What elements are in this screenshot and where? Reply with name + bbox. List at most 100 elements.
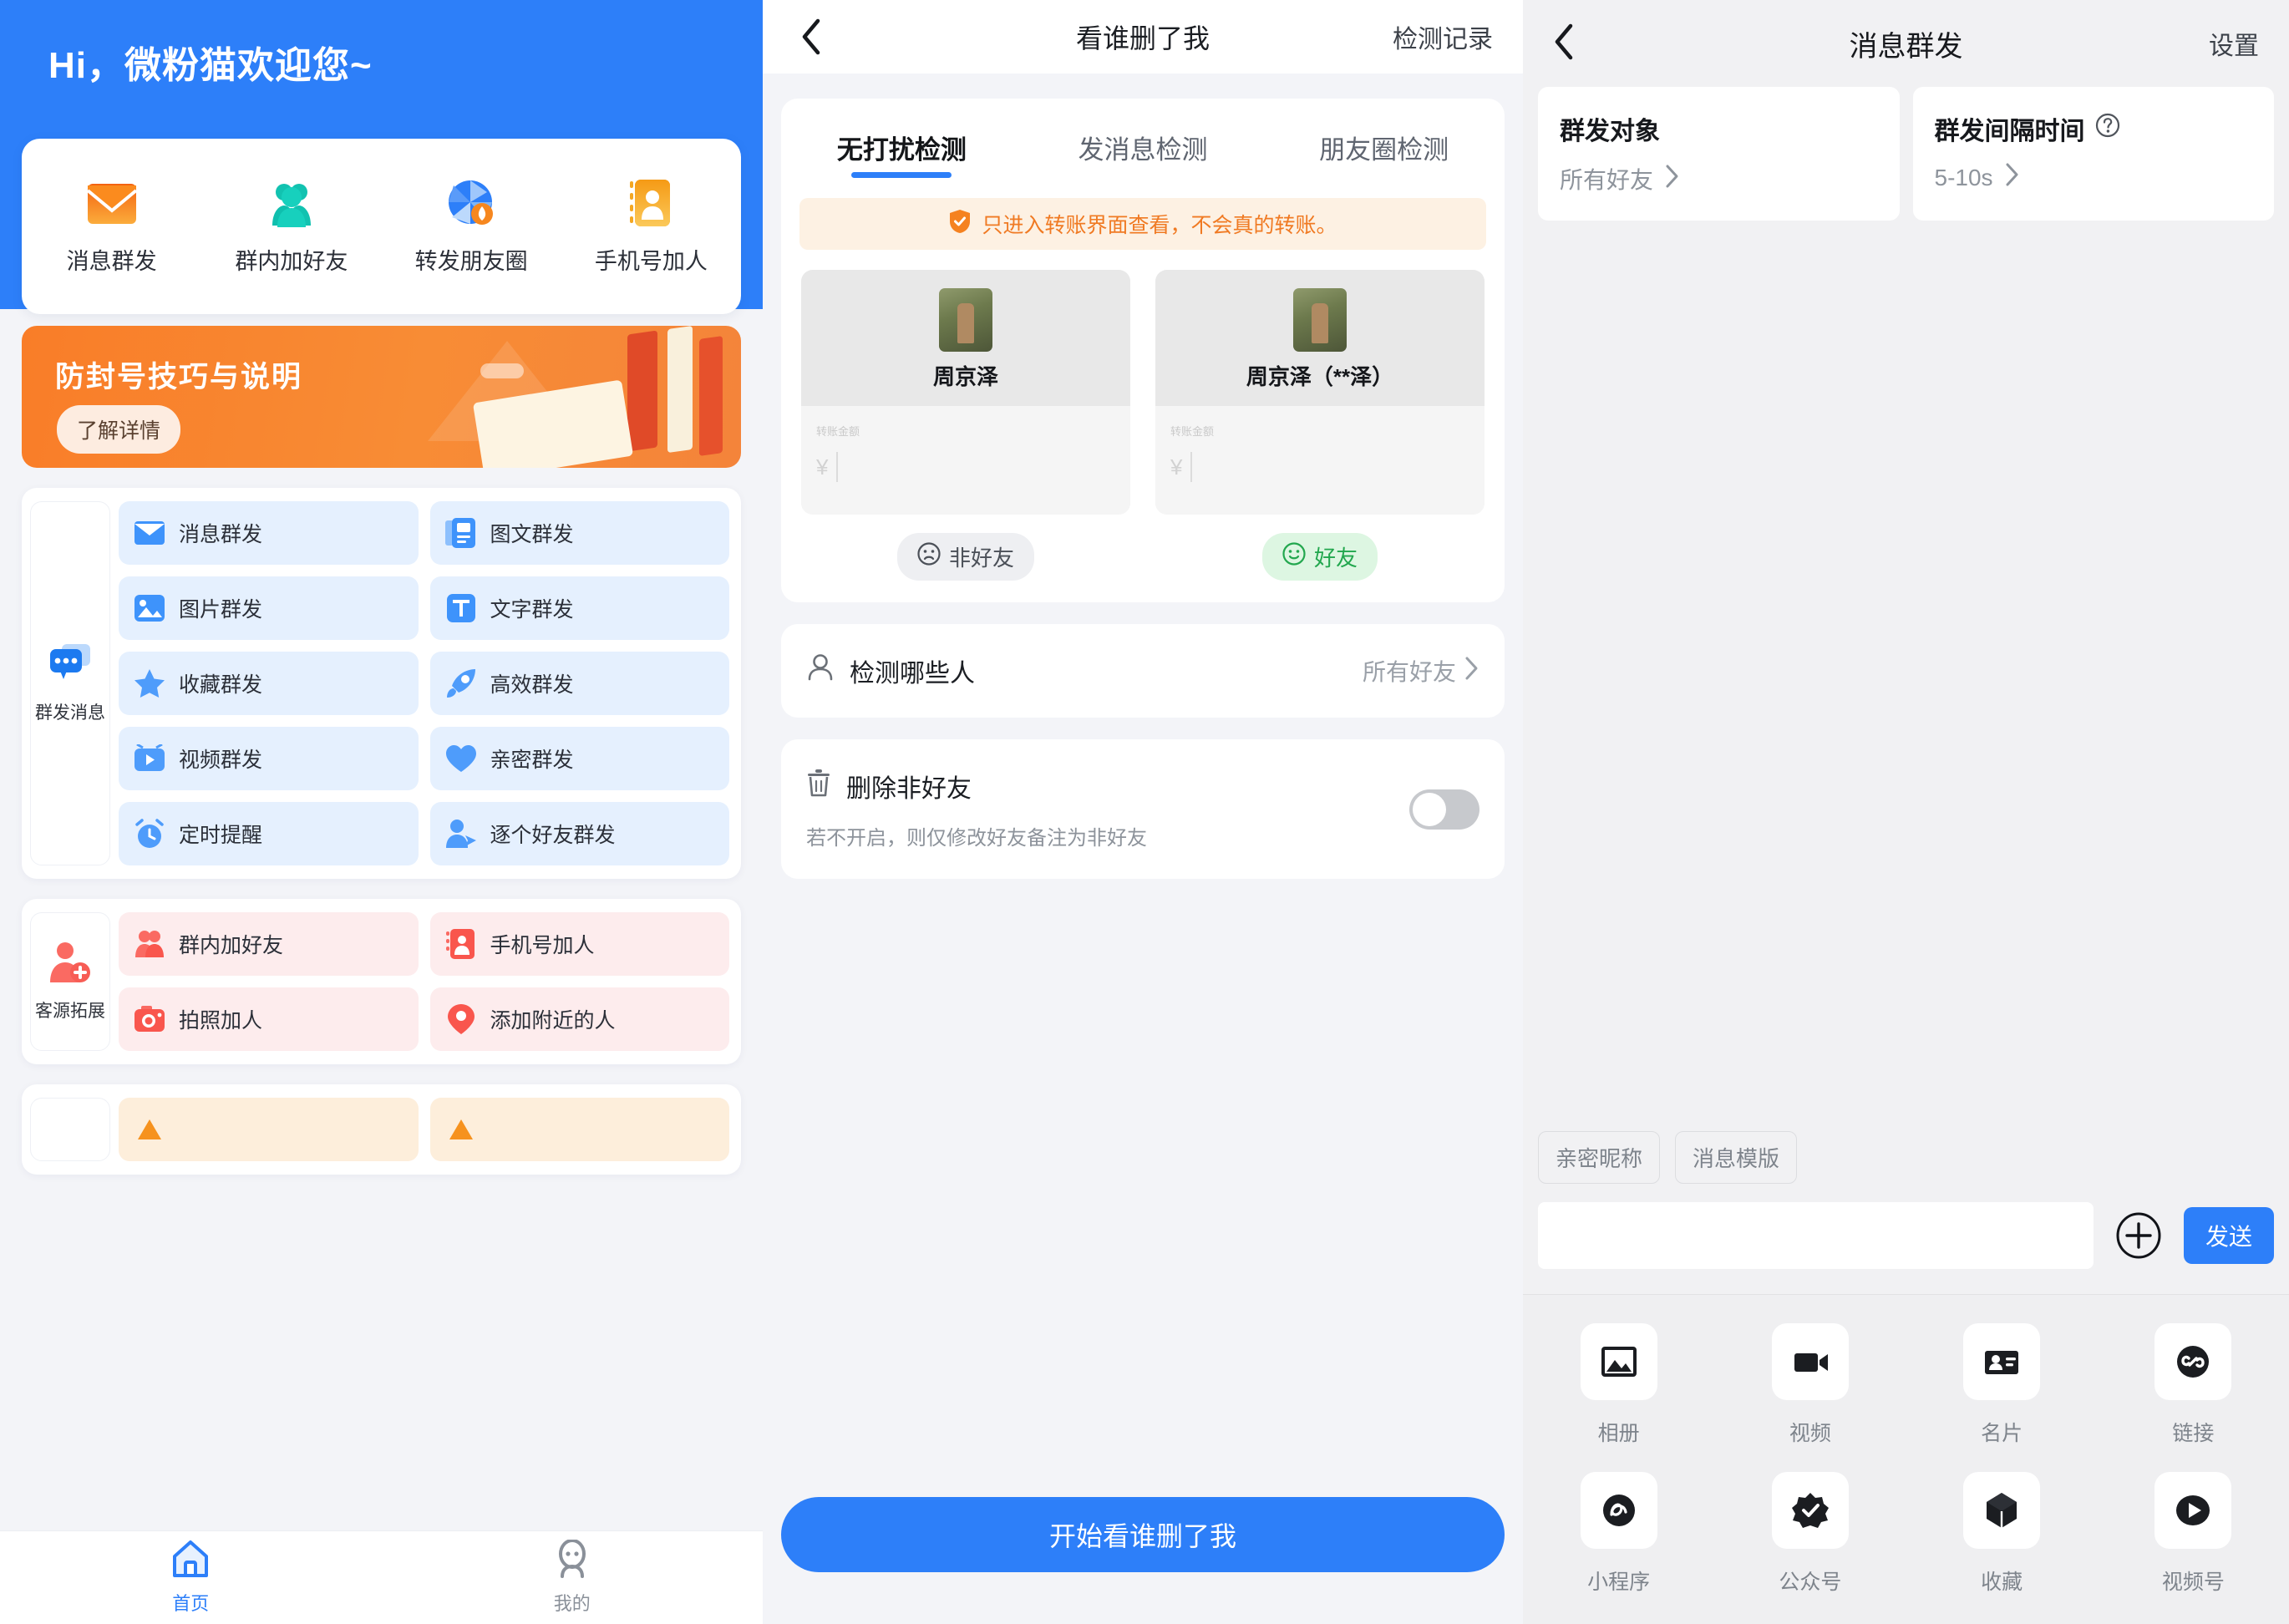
list-item[interactable]: 定时提醒 — [119, 802, 419, 865]
list-item[interactable] — [119, 1098, 419, 1161]
settings-link[interactable]: 设置 — [2209, 25, 2259, 62]
status-badge-label: 非好友 — [948, 546, 1014, 571]
video-play-icon — [134, 743, 165, 774]
anti-ban-banner[interactable]: 防封号技巧与说明 了解详情 — [22, 326, 741, 468]
list-item-label: 视频群发 — [179, 749, 263, 772]
delete-non-friend-toggle[interactable] — [1409, 789, 1479, 830]
send-button[interactable]: 发送 — [2183, 1207, 2274, 1264]
chevron-left-icon[interactable] — [1553, 23, 1575, 64]
tab-no-disturb-detection[interactable]: 无打扰检测 — [781, 117, 1023, 180]
attachment-album[interactable]: 相册 — [1523, 1323, 1714, 1447]
chevron-right-icon — [1665, 164, 1680, 195]
panel3-navbar: 消息群发 设置 — [1523, 0, 2289, 87]
text-cursor — [836, 452, 839, 482]
attachment-link[interactable]: 链接 — [2098, 1323, 2289, 1447]
card-title-group: 群发对象 — [1560, 110, 1878, 147]
chip-intimate-nickname[interactable]: 亲密昵称 — [1538, 1131, 1661, 1184]
contact-name: 周京泽（**泽） — [1246, 364, 1394, 389]
page-title: 消息群发 — [1849, 30, 1963, 63]
attachment-video[interactable]: 视频 — [1714, 1323, 1906, 1447]
three-panel-screenshot: Hi，微粉猫欢迎您~ 消息群发 群内加好友 转发朋友圈 手机号加人 防封号技巧与… — [0, 0, 2289, 1624]
quick-action-add-from-group[interactable]: 群内加好友 — [208, 178, 375, 276]
group-people-icon — [266, 178, 317, 230]
avatar — [939, 288, 992, 352]
aperture-icon — [445, 178, 497, 230]
attachment-label: 视频 — [1789, 1422, 1831, 1445]
composer-chips: 亲密昵称 消息模版 — [1523, 1131, 2289, 1202]
composer-area: 亲密昵称 消息模版 发送 相册 视频 名片 链接 小程序 公众号 收藏 视频号 — [1523, 1131, 2289, 1624]
broadcast-target-card[interactable]: 群发对象 所有好友 — [1538, 87, 1900, 221]
banner-title: 防封号技巧与说明 — [55, 361, 303, 393]
chip-message-template[interactable]: 消息模版 — [1675, 1131, 1798, 1184]
list-item[interactable]: 拍照加人 — [119, 987, 419, 1051]
banner-book-decoration — [699, 336, 723, 456]
list-item[interactable]: 消息群发 — [119, 501, 419, 565]
status-badge-label: 好友 — [1313, 546, 1358, 571]
list-item-label: 亲密群发 — [490, 749, 574, 772]
person-send-icon — [445, 818, 477, 850]
list-item[interactable]: 图文群发 — [429, 501, 729, 565]
start-detection-button[interactable]: 开始看谁删了我 — [781, 1497, 1505, 1572]
question-circle-icon[interactable] — [2095, 113, 2120, 145]
message-input[interactable] — [1538, 1202, 2094, 1269]
card-value-group: 所有好友 — [1560, 162, 1878, 195]
person-add-icon — [47, 941, 94, 984]
attachment-label: 链接 — [2172, 1422, 2215, 1445]
chevron-right-icon — [1464, 656, 1479, 687]
detection-records-link[interactable]: 检测记录 — [1393, 18, 1493, 55]
card-title: 群发对象 — [1560, 118, 1660, 145]
list-item[interactable]: 文字群发 — [429, 576, 729, 640]
section-side-label: 客源拓展 — [35, 1002, 105, 1021]
chat-bubbles-icon — [47, 642, 94, 686]
detection-card: 无打扰检测 发消息检测 朋友圈检测 只进入转账界面查看，不会真的转账。 周京泽 — [781, 99, 1505, 602]
list-item[interactable]: 亲密群发 — [429, 727, 729, 790]
quick-action-label: 消息群发 — [66, 248, 157, 274]
list-item[interactable]: 手机号加人 — [429, 912, 729, 976]
home-scroll-area[interactable]: 防封号技巧与说明 了解详情 群发消息 消息群发 图文群发 图片群发 文字群发 收… — [0, 309, 763, 1624]
list-item[interactable]: 群内加好友 — [119, 912, 419, 976]
rocket-icon — [445, 667, 477, 699]
greeting-text: Hi，微粉猫欢迎您~ — [48, 45, 373, 86]
favorites-box-icon — [1963, 1472, 2041, 1549]
tab-label: 首页 — [172, 1593, 210, 1614]
attachment-namecard[interactable]: 名片 — [1906, 1323, 2098, 1447]
list-item[interactable]: 图片群发 — [119, 576, 419, 640]
tab-send-message-detection[interactable]: 发消息检测 — [1023, 117, 1264, 180]
tab-home[interactable]: 首页 — [0, 1540, 382, 1616]
who-deleted-me-panel: 看谁删了我 检测记录 无打扰检测 发消息检测 朋友圈检测 只进入转账界面查看，不… — [763, 0, 1523, 1624]
transfer-amount-field: ¥ — [816, 452, 1115, 482]
transfer-amount-label: 转账金额 — [1170, 425, 1215, 438]
attachment-official-account[interactable]: 公众号 — [1714, 1472, 1906, 1596]
plus-circle-icon[interactable] — [2115, 1212, 2162, 1259]
list-item-label: 手机号加人 — [490, 934, 595, 957]
quick-action-message-broadcast[interactable]: 消息群发 — [28, 178, 195, 276]
list-item[interactable]: 高效群发 — [429, 652, 729, 715]
quick-action-add-by-phone[interactable]: 手机号加人 — [567, 178, 734, 276]
quick-action-forward-moments[interactable]: 转发朋友圈 — [388, 178, 555, 276]
home-panel: Hi，微粉猫欢迎您~ 消息群发 群内加好友 转发朋友圈 手机号加人 防封号技巧与… — [0, 0, 763, 1624]
contact-book-icon — [445, 928, 477, 960]
list-item[interactable]: 添加附近的人 — [429, 987, 729, 1051]
broadcast-interval-card[interactable]: 群发间隔时间 5-10s — [1912, 87, 2274, 221]
transfer-preview-header: 周京泽 — [801, 270, 1130, 406]
transfer-preview-box: 周京泽 转账金额 ¥ — [801, 270, 1130, 515]
bottom-tab-bar: 首页 我的 — [0, 1530, 763, 1624]
list-item[interactable]: 收藏群发 — [119, 652, 419, 715]
attachment-mini-program[interactable]: 小程序 — [1523, 1472, 1714, 1596]
list-item[interactable]: 视频群发 — [119, 727, 419, 790]
tab-mine[interactable]: 我的 — [382, 1539, 764, 1616]
detect-targets-row[interactable]: 检测哪些人 所有好友 — [781, 624, 1505, 718]
row-value: 所有好友 — [1362, 659, 1456, 685]
attachment-label: 公众号 — [1779, 1571, 1842, 1594]
attachment-favorites[interactable]: 收藏 — [1906, 1472, 2098, 1596]
list-item[interactable] — [429, 1098, 729, 1161]
alarm-clock-icon — [134, 818, 165, 850]
banner-detail-button[interactable]: 了解详情 — [57, 405, 181, 454]
list-item[interactable]: 逐个好友群发 — [429, 802, 729, 865]
attachment-channels[interactable]: 视频号 — [2098, 1472, 2289, 1596]
card-value: 所有好友 — [1560, 167, 1654, 193]
transfer-previews: 周京泽 转账金额 ¥ 非好友 周京泽（**泽） 转账金额 ¥ 好友 — [781, 250, 1505, 581]
chevron-left-icon[interactable] — [793, 18, 830, 55]
card-title: 群发间隔时间 — [1934, 118, 2085, 145]
tab-moments-detection[interactable]: 朋友圈检测 — [1263, 117, 1505, 180]
